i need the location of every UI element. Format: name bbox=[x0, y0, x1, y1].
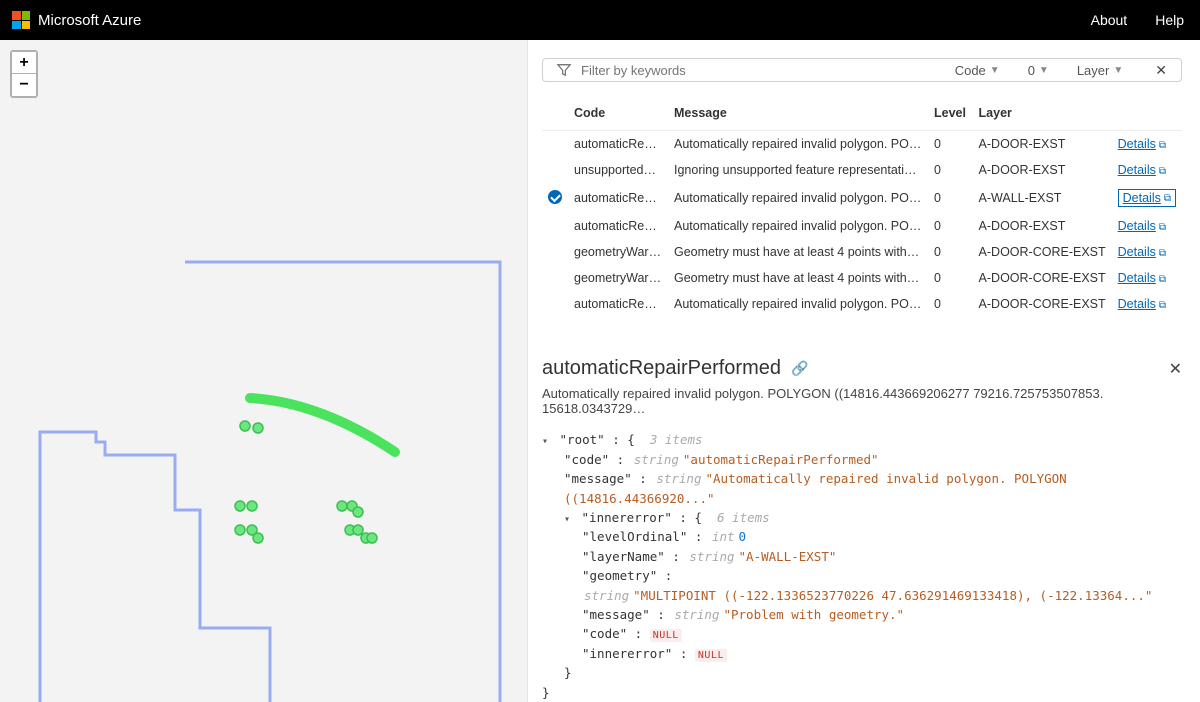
json-viewer: ▾ "root" : { 3 items "code" : string"aut… bbox=[542, 430, 1182, 702]
header-nav: About Help bbox=[1091, 12, 1184, 28]
filter-code-dropdown[interactable]: Code ▼ bbox=[955, 63, 1000, 78]
external-link-icon: ⧉ bbox=[1159, 300, 1166, 311]
th-layer[interactable]: Layer bbox=[973, 96, 1112, 131]
cell-code: automaticRepair… bbox=[568, 131, 668, 158]
filter-layer-dropdown[interactable]: Layer▼ bbox=[1077, 63, 1123, 78]
map-canvas[interactable]: + − bbox=[0, 40, 528, 702]
cell-code: automaticRepair… bbox=[568, 213, 668, 239]
cell-level: 0 bbox=[928, 291, 973, 317]
cell-level: 0 bbox=[928, 265, 973, 291]
nav-about[interactable]: About bbox=[1091, 12, 1128, 28]
details-link[interactable]: Details bbox=[1118, 219, 1156, 233]
details-link[interactable]: Details bbox=[1118, 297, 1156, 311]
cell-layer: A-DOOR-EXST bbox=[973, 213, 1112, 239]
external-link-icon: ⧉ bbox=[1159, 222, 1166, 233]
cell-level: 0 bbox=[928, 213, 973, 239]
toggle-icon[interactable]: ▾ bbox=[542, 434, 552, 450]
details-link[interactable]: Details bbox=[1118, 271, 1156, 285]
table-row[interactable]: automaticRepair…Automatically repaired i… bbox=[542, 213, 1182, 239]
cell-message: Automatically repaired invalid polygon. … bbox=[668, 213, 928, 239]
chevron-down-icon: ▼ bbox=[1039, 65, 1049, 76]
table-row[interactable]: automaticRepair…Automatically repaired i… bbox=[542, 183, 1182, 213]
th-level[interactable]: Level bbox=[928, 96, 973, 131]
detail-panel: automaticRepairPerformed 🔗 ✕ Automatical… bbox=[542, 357, 1182, 702]
polygon-outline bbox=[40, 262, 500, 702]
cell-message: Geometry must have at least 4 points wit… bbox=[668, 265, 928, 291]
nav-help[interactable]: Help bbox=[1155, 12, 1184, 28]
cell-level: 0 bbox=[928, 131, 973, 158]
cell-message: Automatically repaired invalid polygon. … bbox=[668, 131, 928, 158]
external-link-icon: ⧉ bbox=[1159, 166, 1166, 177]
table-row[interactable]: geometryWarningGeometry must have at lea… bbox=[542, 239, 1182, 265]
brand: Microsoft Azure bbox=[12, 11, 141, 29]
details-link[interactable]: Details bbox=[1118, 163, 1156, 177]
brand-text: Microsoft Azure bbox=[38, 12, 141, 29]
detail-close-button[interactable]: ✕ bbox=[1169, 359, 1182, 379]
cell-layer: A-DOOR-EXST bbox=[973, 131, 1112, 158]
filter-level-value: 0 bbox=[1028, 63, 1035, 78]
detail-subtitle: Automatically repaired invalid polygon. … bbox=[542, 386, 1182, 416]
details-link[interactable]: Details bbox=[1118, 245, 1156, 259]
chevron-down-icon: ▼ bbox=[1113, 65, 1123, 76]
filter-close-button[interactable]: ✕ bbox=[1155, 62, 1167, 79]
detail-title: automaticRepairPerformed bbox=[542, 357, 781, 380]
header-bar: Microsoft Azure About Help bbox=[0, 0, 1200, 40]
external-link-icon: ⧉ bbox=[1159, 140, 1166, 151]
filter-level-dropdown[interactable]: 0▼ bbox=[1028, 63, 1049, 78]
cell-message: Automatically repaired invalid polygon. … bbox=[668, 183, 928, 213]
table-row[interactable]: automaticRepair…Automatically repaired i… bbox=[542, 131, 1182, 158]
filter-icon bbox=[557, 63, 571, 77]
table-row[interactable]: geometryWarningGeometry must have at lea… bbox=[542, 265, 1182, 291]
point-cluster bbox=[235, 421, 377, 543]
toggle-icon[interactable]: ▾ bbox=[564, 512, 574, 528]
table-row[interactable]: automaticRepair…Automatically repaired i… bbox=[542, 291, 1182, 317]
cell-layer: A-DOOR-CORE-EXST bbox=[973, 265, 1112, 291]
map-svg bbox=[0, 40, 528, 702]
cell-message: Ignoring unsupported feature representat… bbox=[668, 157, 928, 183]
th-code[interactable]: Code bbox=[568, 96, 668, 131]
cell-code: geometryWarning bbox=[568, 239, 668, 265]
cell-code: unsupportedFeat… bbox=[568, 157, 668, 183]
cell-level: 0 bbox=[928, 183, 973, 213]
cell-level: 0 bbox=[928, 157, 973, 183]
details-link[interactable]: Details bbox=[1123, 191, 1161, 205]
filter-bar: Code▼ 0▼ Layer▼ ✕ bbox=[542, 58, 1182, 82]
right-panel: Code▼ 0▼ Layer▼ ✕ Code Message Level Lay… bbox=[528, 40, 1200, 702]
selected-icon bbox=[548, 190, 562, 204]
filter-input[interactable] bbox=[581, 63, 781, 78]
external-link-icon: ⧉ bbox=[1164, 193, 1171, 204]
table-row[interactable]: unsupportedFeat…Ignoring unsupported fea… bbox=[542, 157, 1182, 183]
cell-message: Geometry must have at least 4 points wit… bbox=[668, 239, 928, 265]
cell-layer: A-DOOR-CORE-EXST bbox=[973, 291, 1112, 317]
filter-code-label: Code bbox=[955, 63, 986, 78]
cell-message: Automatically repaired invalid polygon. … bbox=[668, 291, 928, 317]
cell-code: geometryWarning bbox=[568, 265, 668, 291]
details-link[interactable]: Details bbox=[1118, 137, 1156, 151]
external-link-icon: ⧉ bbox=[1159, 274, 1166, 285]
th-message[interactable]: Message bbox=[668, 96, 928, 131]
errors-table: Code Message Level Layer automaticRepair… bbox=[542, 96, 1182, 317]
cell-layer: A-WALL-EXST bbox=[973, 183, 1112, 213]
cell-level: 0 bbox=[928, 239, 973, 265]
cell-layer: A-DOOR-EXST bbox=[973, 157, 1112, 183]
external-link-icon: ⧉ bbox=[1159, 248, 1166, 259]
cell-layer: A-DOOR-CORE-EXST bbox=[973, 239, 1112, 265]
link-icon[interactable]: 🔗 bbox=[791, 360, 808, 377]
chevron-down-icon: ▼ bbox=[990, 65, 1000, 76]
microsoft-logo-icon bbox=[12, 11, 30, 29]
filter-layer-label: Layer bbox=[1077, 63, 1110, 78]
repair-arc bbox=[250, 398, 395, 452]
cell-code: automaticRepair… bbox=[568, 183, 668, 213]
cell-code: automaticRepair… bbox=[568, 291, 668, 317]
